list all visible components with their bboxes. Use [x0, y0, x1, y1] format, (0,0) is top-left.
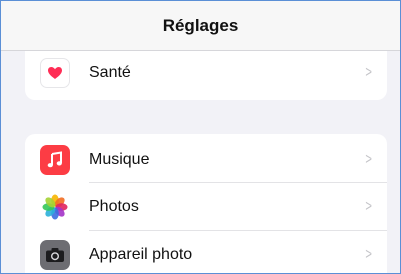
- photos-flower-icon: [40, 192, 70, 222]
- chevron-right-icon: >: [365, 151, 372, 168]
- chevron-right-icon: >: [365, 64, 372, 81]
- chevron-right-icon: >: [365, 246, 372, 263]
- chevron-right-icon: >: [365, 198, 372, 215]
- settings-row-sante[interactable]: Santé >: [25, 49, 387, 97]
- media-group: Musique > Photos > Appareil photo >: [25, 134, 387, 273]
- camera-icon: [40, 240, 70, 270]
- settings-row-musique[interactable]: Musique >: [25, 136, 387, 184]
- navigation-bar: Réglages: [1, 1, 400, 51]
- settings-row-label: Santé: [89, 64, 131, 81]
- music-note-icon: [40, 145, 70, 175]
- settings-row-photos[interactable]: Photos >: [25, 183, 387, 231]
- settings-row-appareil-photo[interactable]: Appareil photo >: [25, 231, 387, 273]
- settings-screen: Santé > Musique > Photos > Appareil phot…: [0, 0, 401, 274]
- heart-icon: [40, 58, 70, 88]
- settings-row-label: Photos: [89, 198, 139, 215]
- page-title: Réglages: [162, 15, 239, 35]
- settings-row-label: Appareil photo: [89, 246, 193, 263]
- settings-row-label: Musique: [89, 151, 150, 168]
